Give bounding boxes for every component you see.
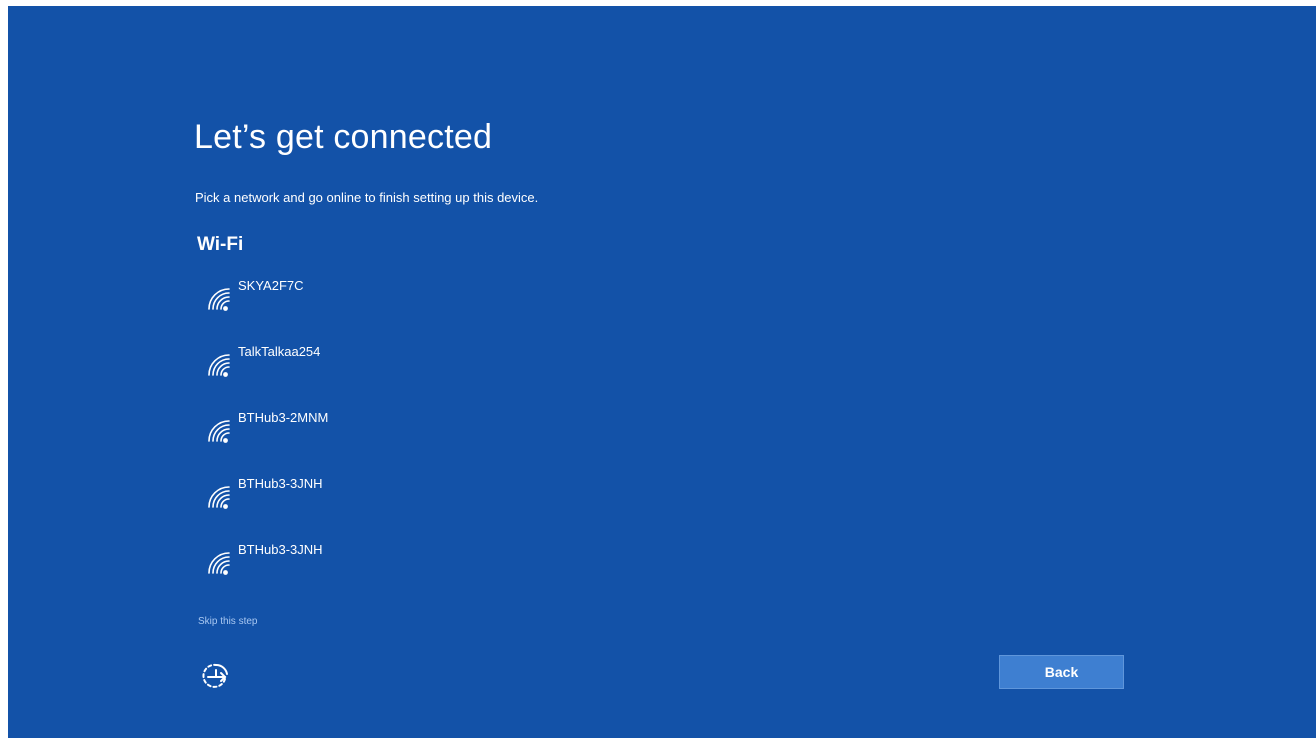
wifi-network-list: SKYA2F7C TalkTalkaa254 BTHub3-2MNM BTHub…: [204, 276, 604, 606]
back-button[interactable]: Back: [999, 655, 1124, 689]
wifi-network-name: BTHub3-2MNM: [238, 410, 329, 425]
wifi-secured-icon: [208, 288, 230, 311]
wifi-heading: Wi-Fi: [197, 234, 244, 255]
wifi-network-name: TalkTalkaa254: [238, 344, 321, 359]
wifi-secured-icon: [208, 420, 230, 443]
ease-of-access-icon[interactable]: [198, 658, 234, 694]
wifi-network-item[interactable]: BTHub3-3JNH: [204, 540, 604, 606]
wifi-secured-icon: [208, 354, 230, 377]
wifi-network-item[interactable]: BTHub3-3JNH: [204, 474, 604, 540]
wifi-network-name: BTHub3-3JNH: [238, 476, 323, 491]
page-title: Let’s get connected: [194, 118, 493, 156]
skip-this-step-link[interactable]: Skip this step: [198, 616, 257, 627]
wifi-network-item[interactable]: BTHub3-2MNM: [204, 408, 604, 474]
wifi-network-item[interactable]: TalkTalkaa254: [204, 342, 604, 408]
wifi-network-item[interactable]: SKYA2F7C: [204, 276, 604, 342]
setup-screen: Let’s get connected Pick a network and g…: [8, 6, 1316, 738]
wifi-network-name: SKYA2F7C: [238, 278, 304, 293]
page-subtitle: Pick a network and go online to finish s…: [195, 190, 539, 205]
wifi-secured-icon: [208, 486, 230, 509]
wifi-secured-icon: [208, 552, 230, 575]
wifi-network-name: BTHub3-3JNH: [238, 542, 323, 557]
